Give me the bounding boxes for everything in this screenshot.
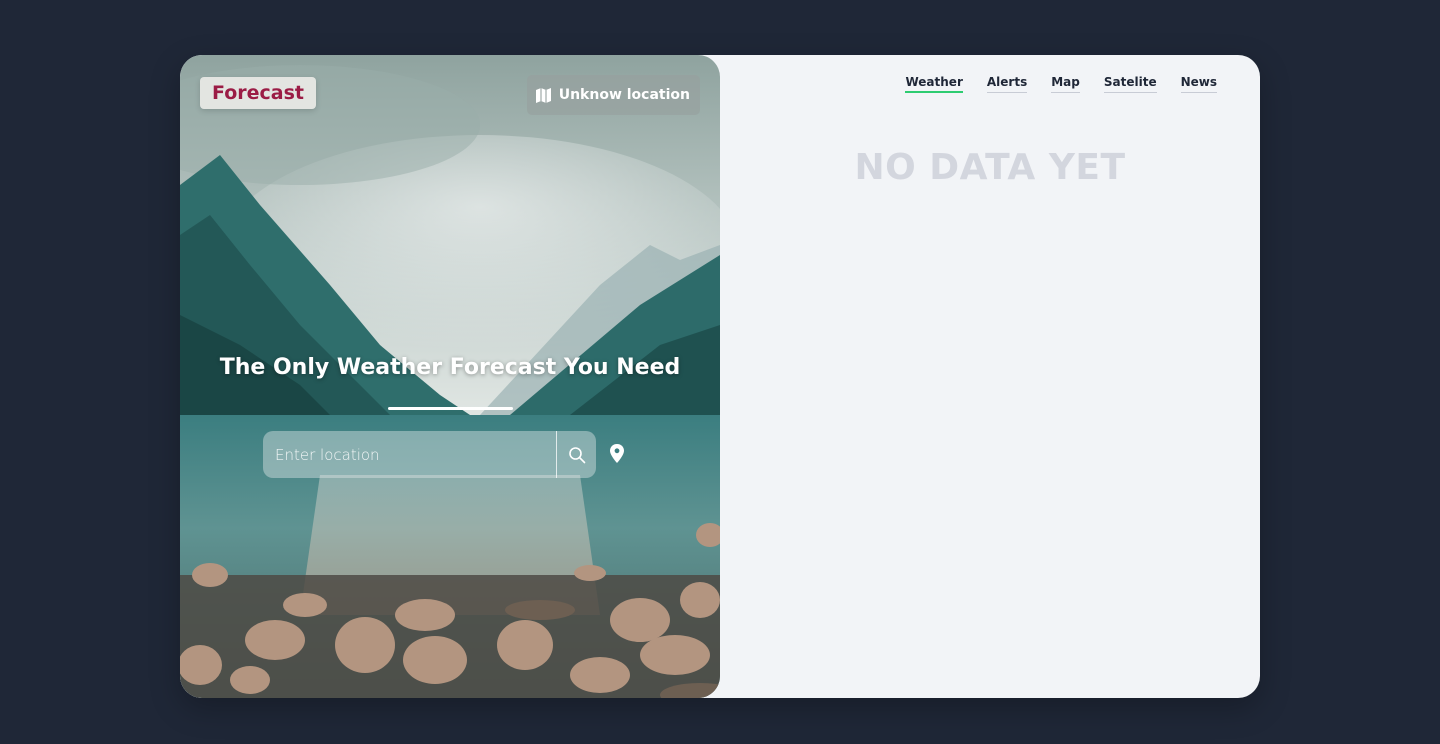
geolocate-button[interactable] <box>608 443 626 465</box>
nav-news[interactable]: News <box>1180 75 1217 93</box>
hero-title: The Only Weather Forecast You Need <box>219 355 681 380</box>
search-bar <box>263 431 596 478</box>
search-icon <box>568 446 585 463</box>
location-label: Unknow location <box>558 87 690 103</box>
main-nav: Weather Alerts Map Satelite News <box>905 75 1217 93</box>
hero-title-underline <box>388 407 513 410</box>
nav-map[interactable]: Map <box>1051 75 1080 93</box>
brand-logo[interactable]: Forecast <box>200 77 316 109</box>
empty-state-message: NO DATA YET <box>854 147 1126 188</box>
nav-weather[interactable]: Weather <box>905 75 963 93</box>
location-pin-icon <box>610 444 624 463</box>
map-icon <box>535 87 552 104</box>
nav-alerts[interactable]: Alerts <box>986 75 1028 93</box>
location-search-input[interactable] <box>263 431 556 478</box>
app-window: Forecast Unknow location The Only Weathe… <box>180 55 1260 698</box>
hero-panel: Forecast Unknow location The Only Weathe… <box>180 55 720 698</box>
location-button[interactable]: Unknow location <box>526 75 700 115</box>
search-button[interactable] <box>557 431 596 478</box>
nav-satelite[interactable]: Satelite <box>1103 75 1157 93</box>
